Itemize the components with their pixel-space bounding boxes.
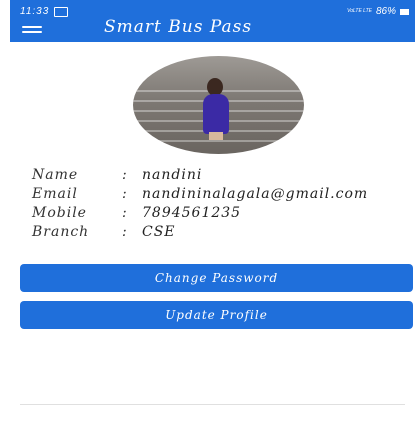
bottom-divider xyxy=(20,404,405,405)
separator: : xyxy=(122,205,127,221)
email-value: nandininalagala@gmail.com xyxy=(142,186,369,202)
branch-label: Branch xyxy=(32,224,90,240)
profile-avatar xyxy=(133,56,304,154)
profile-details: Name : nandini Email : nandininalagala@g… xyxy=(32,167,417,243)
gallery-notification-icon xyxy=(54,7,68,17)
profile-row-email: Email : nandininalagala@gmail.com xyxy=(32,186,417,203)
app-title: Smart Bus Pass xyxy=(104,17,253,37)
status-time: 11:33 xyxy=(20,6,50,17)
separator: : xyxy=(122,167,127,183)
network-indicator: VoLTE LTE xyxy=(347,8,372,14)
status-icons: VoLTE LTE 86% xyxy=(347,6,409,17)
branch-value: CSE xyxy=(142,224,176,240)
separator: : xyxy=(122,224,127,240)
separator: : xyxy=(122,186,127,202)
menu-icon[interactable] xyxy=(22,26,42,38)
update-profile-button[interactable]: Update Profile xyxy=(20,301,413,329)
profile-row-branch: Branch : CSE xyxy=(32,224,417,241)
mobile-value: 7894561235 xyxy=(142,205,242,221)
profile-row-mobile: Mobile : 7894561235 xyxy=(32,205,417,222)
email-label: Email xyxy=(32,186,78,202)
battery-icon xyxy=(400,8,409,15)
app-bar: 11:33 VoLTE LTE 86% Smart Bus Pass xyxy=(10,0,415,42)
change-password-button[interactable]: Change Password xyxy=(20,264,413,292)
name-label: Name xyxy=(32,167,79,183)
name-value: nandini xyxy=(142,167,203,183)
mobile-label: Mobile xyxy=(32,205,87,221)
battery-level: 86% xyxy=(375,6,396,17)
profile-row-name: Name : nandini xyxy=(32,167,417,184)
